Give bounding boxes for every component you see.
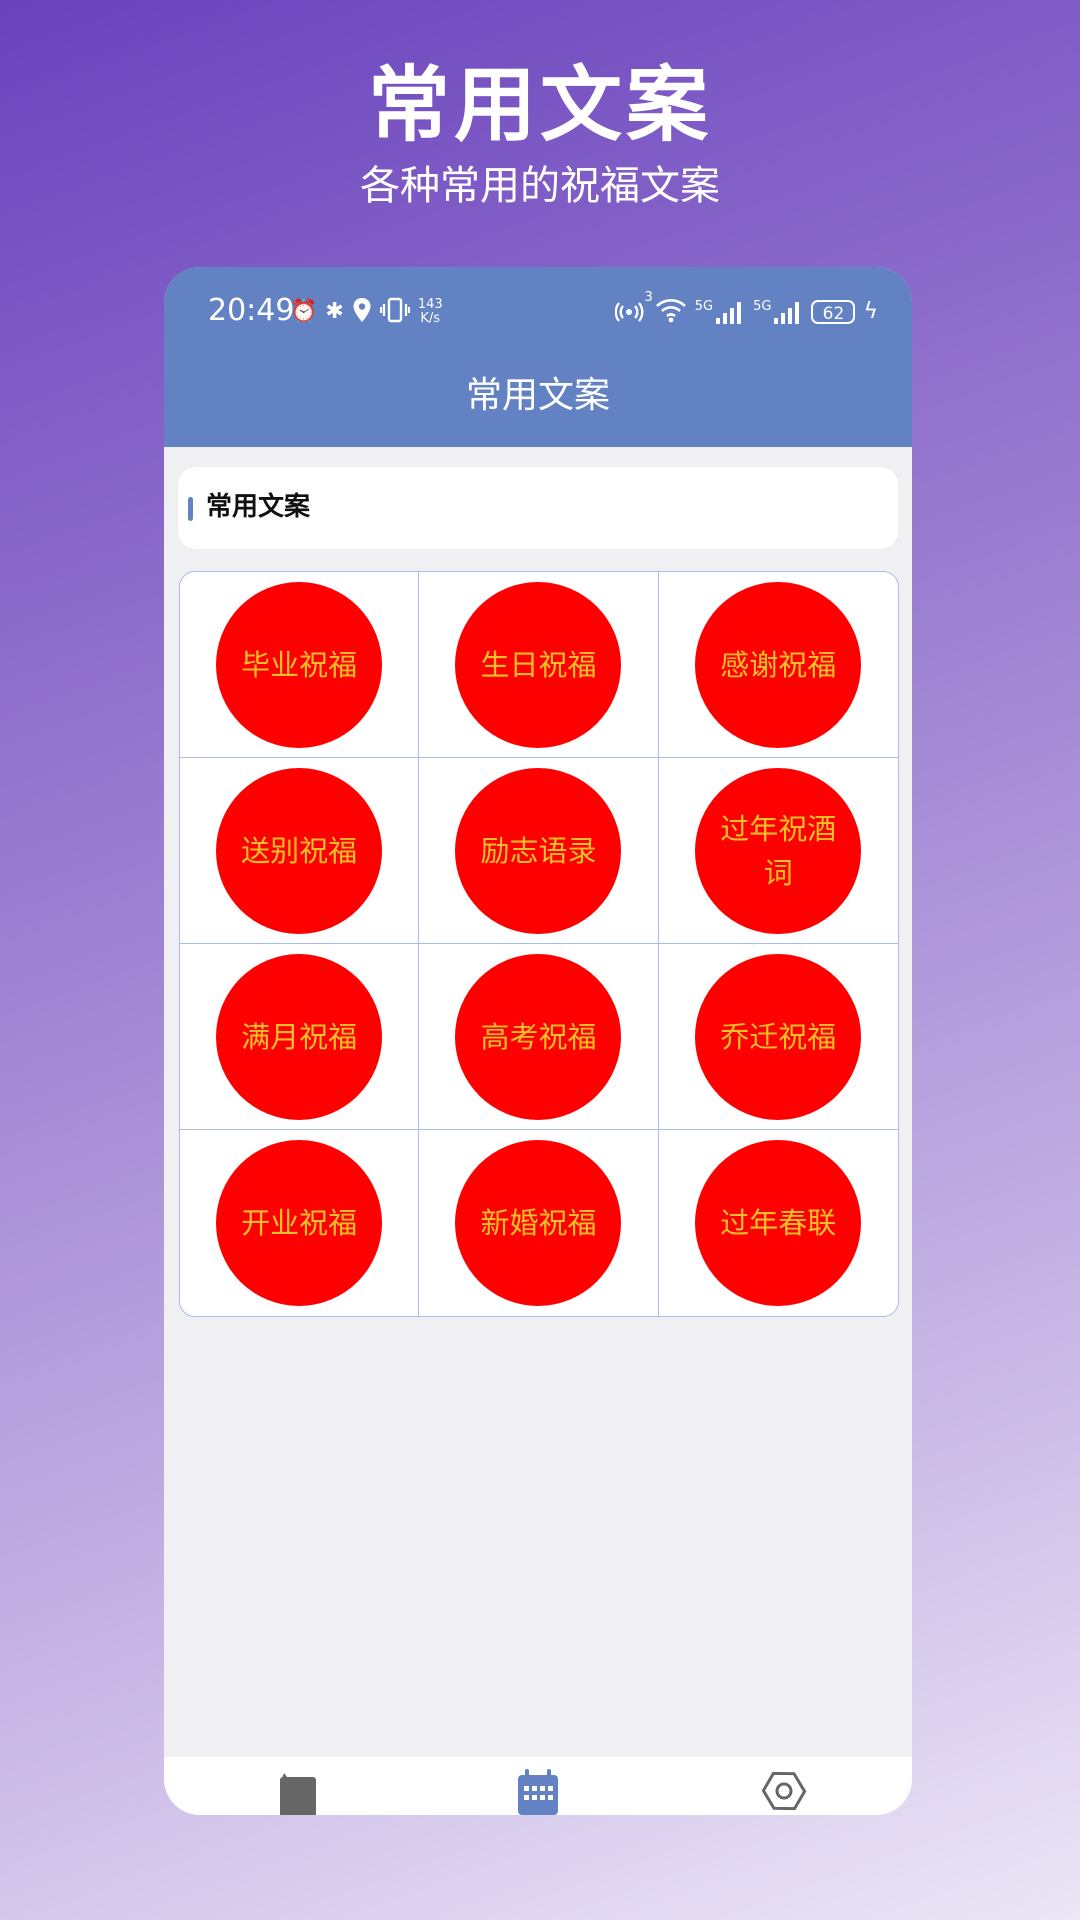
grid-cell[interactable]: 毕业祝福 — [180, 572, 420, 758]
category-button[interactable]: 过年春联 — [695, 1140, 862, 1306]
grid-cell[interactable]: 生日祝福 — [419, 572, 659, 758]
hero-subtitle: 各种常用的祝福文案 — [360, 163, 720, 209]
grid-cell[interactable]: 感谢祝福 — [658, 572, 898, 758]
battery-indicator: 62 — [811, 300, 856, 324]
nav-home[interactable] — [260, 1765, 320, 1815]
section-header-card: 常用文案 — [178, 467, 898, 549]
calendar-icon — [518, 1769, 558, 1815]
grid-cell[interactable]: 过年春联 — [659, 1130, 898, 1316]
grid-cell[interactable]: 送别祝福 — [180, 758, 420, 944]
phone-frame: 20:49 ⏰ ✱ 143 K/s 3 5G 5G 62 ϟ 常用文案 常用文案… — [164, 267, 912, 1815]
category-button[interactable]: 感谢祝福 — [695, 581, 862, 748]
alarm-icon: ⏰ — [290, 299, 318, 324]
book-icon — [280, 1773, 316, 1815]
category-button[interactable]: 生日祝福 — [455, 581, 622, 748]
signal-2-label: 5G — [753, 299, 772, 314]
status-icons-right: 3 5G 5G 62 ϟ — [614, 290, 878, 329]
grid-cell[interactable]: 过年祝酒词 — [658, 758, 898, 944]
location-icon — [352, 297, 372, 327]
grid-cell[interactable]: 乔迁祝福 — [658, 944, 898, 1130]
vibrate-icon — [379, 297, 410, 327]
category-button[interactable]: 送别祝福 — [216, 767, 383, 934]
signal-icon-1: 5G — [695, 300, 745, 324]
charging-icon: ϟ — [863, 299, 878, 324]
app-bar: 20:49 ⏰ ✱ 143 K/s 3 5G 5G 62 ϟ 常用文案 — [164, 267, 912, 447]
net-speed-value: 143 — [417, 297, 443, 312]
category-grid: 毕业祝福 生日祝福 感谢祝福 送别祝福 励志语录 过年祝酒词 满月祝福 高考祝福… — [179, 571, 899, 1317]
hotspot-count: 3 — [644, 290, 653, 305]
hero-title: 常用文案 — [367, 58, 712, 153]
category-button[interactable]: 满月祝福 — [216, 953, 383, 1120]
signal-1-label: 5G — [694, 299, 714, 314]
bottom-nav — [164, 1757, 912, 1815]
nav-calendar[interactable] — [508, 1765, 568, 1815]
category-button[interactable]: 高考祝福 — [455, 953, 622, 1120]
category-button[interactable]: 乔迁祝福 — [695, 953, 862, 1120]
wifi-icon — [655, 297, 687, 327]
nav-settings[interactable] — [754, 1765, 814, 1815]
grid-cell[interactable]: 满月祝福 — [180, 944, 420, 1130]
category-button[interactable]: 过年祝酒词 — [695, 767, 862, 934]
grid-cell[interactable]: 新婚祝福 — [419, 1130, 659, 1316]
category-button[interactable]: 新婚祝福 — [455, 1140, 622, 1306]
app-title: 常用文案 — [465, 375, 610, 416]
settings-icon — [761, 1771, 807, 1811]
status-bar: 20:49 ⏰ ✱ 143 K/s 3 5G 5G 62 ϟ — [164, 287, 912, 337]
signal-icon-2: 5G — [753, 300, 803, 324]
net-speed: 143 K/s — [418, 298, 443, 326]
net-speed-unit: K/s — [420, 311, 441, 326]
status-time: 20:49 — [208, 293, 295, 328]
hotspot-icon: 3 — [614, 290, 653, 328]
grid-cell[interactable]: 励志语录 — [419, 758, 659, 944]
status-icons-left: ⏰ ✱ 143 K/s — [290, 295, 443, 329]
section-accent-bar — [188, 497, 193, 521]
category-button[interactable]: 毕业祝福 — [216, 581, 383, 748]
section-label: 常用文案 — [206, 492, 311, 522]
grid-cell[interactable]: 高考祝福 — [419, 944, 659, 1130]
category-button[interactable]: 开业祝福 — [216, 1140, 383, 1306]
grid-cell[interactable]: 开业祝福 — [180, 1130, 420, 1316]
bluetooth-icon: ✱ — [325, 299, 344, 324]
category-button[interactable]: 励志语录 — [455, 767, 622, 934]
